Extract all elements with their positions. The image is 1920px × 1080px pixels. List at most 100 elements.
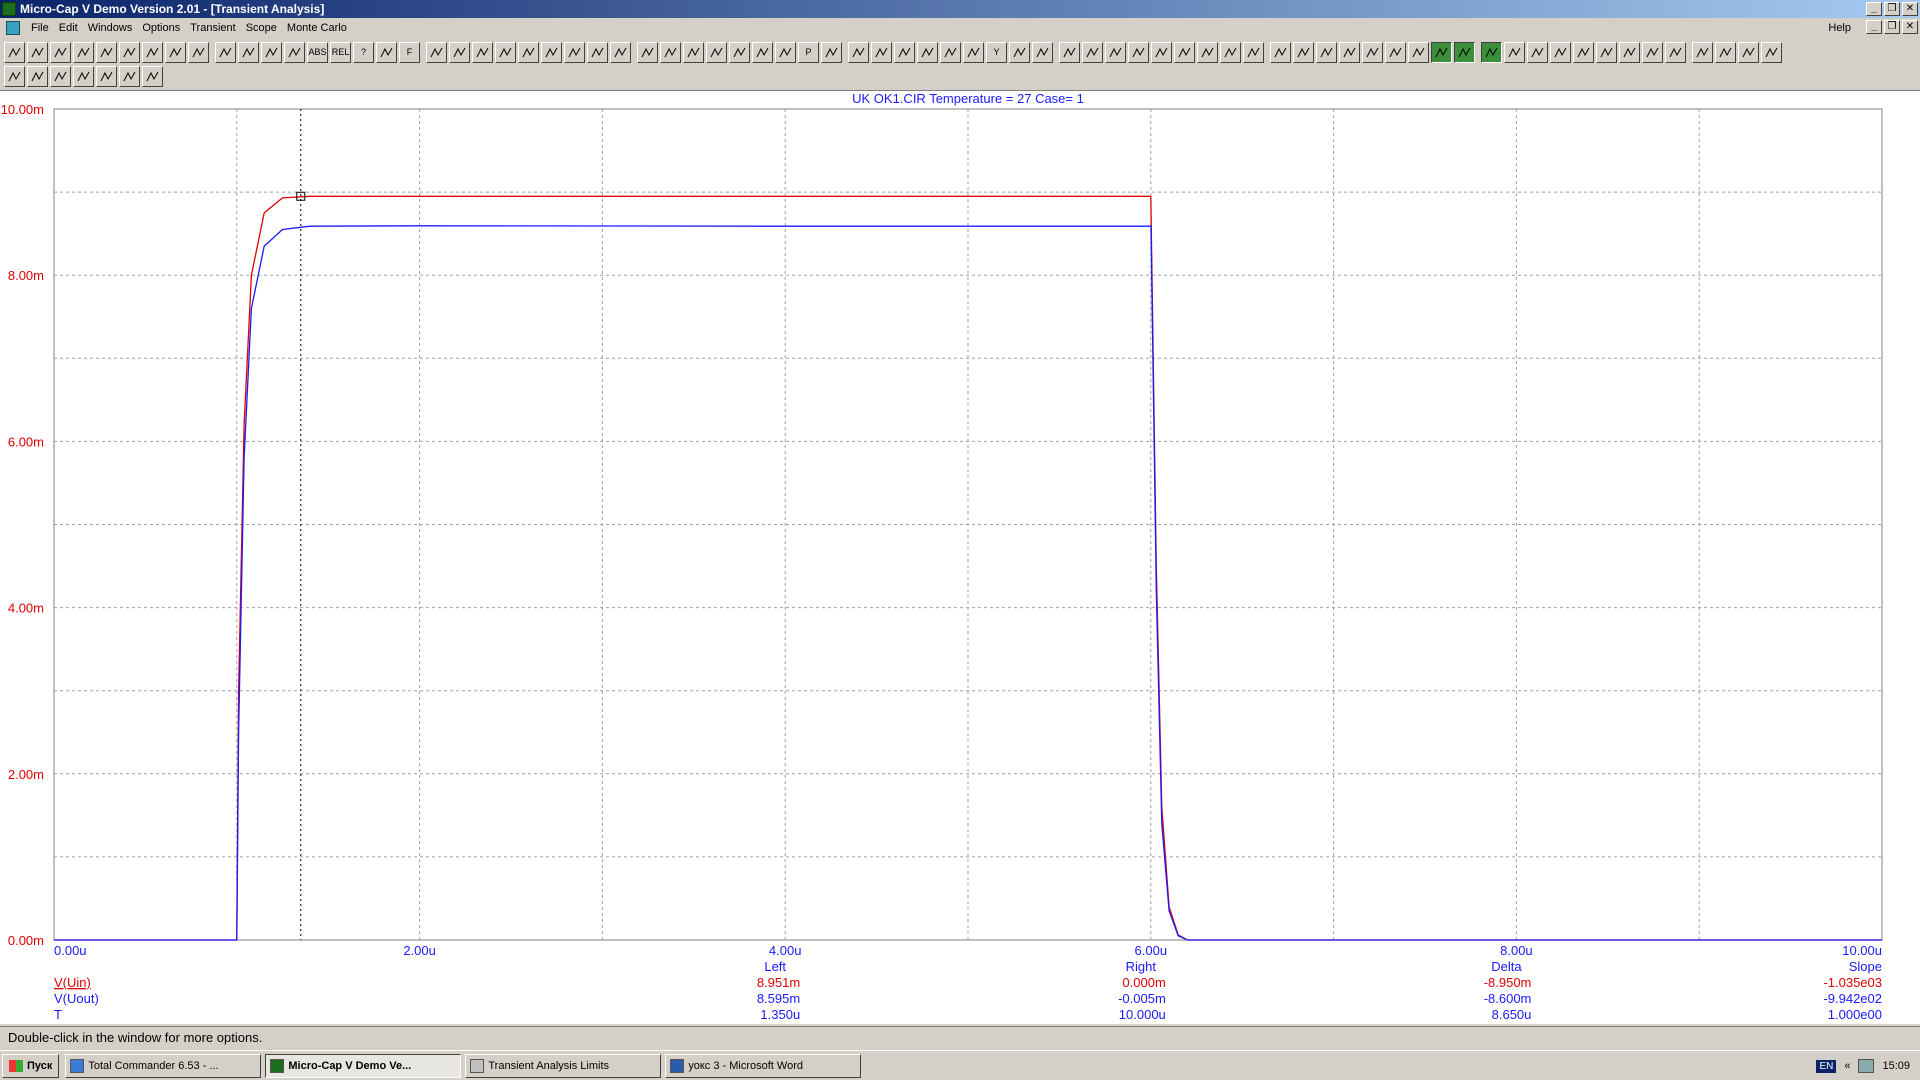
toolbar-button-hist4-icon[interactable]	[1082, 41, 1103, 63]
toolbar-button-cross2-icon[interactable]	[1270, 41, 1291, 63]
network-icon[interactable]	[1858, 1059, 1875, 1073]
transient-plot-window[interactable]: UK OK1.CIR Temperature = 27 Case= 1 0.00m…	[0, 90, 1920, 1024]
toolbar-button-graph2-icon[interactable]	[940, 41, 961, 63]
toolbar-button-rect2-icon[interactable]	[1504, 41, 1525, 63]
toolbar-button-slash-icon[interactable]	[376, 41, 397, 63]
toolbar-button-tb2-6[interactable]	[119, 65, 140, 87]
toolbar-button-f[interactable]: F	[399, 41, 420, 63]
toolbar-button-arc-icon[interactable]	[142, 41, 163, 63]
toolbar-button-slope-icon[interactable]	[1362, 41, 1383, 63]
toolbar-button-box4-icon[interactable]	[1174, 41, 1195, 63]
toolbar-button-component-icon[interactable]	[27, 41, 48, 63]
toolbar-button-rel[interactable]: REL	[330, 41, 351, 63]
toolbar-button-tb2-5[interactable]	[96, 65, 117, 87]
toolbar-button-grid-icon[interactable]	[660, 41, 681, 63]
toolbar-button-peak7-icon[interactable]	[1665, 41, 1686, 63]
toolbar-button-wire-icon[interactable]	[261, 41, 282, 63]
toolbar-button-text-icon[interactable]	[284, 41, 305, 63]
toolbar-button-graph-icon[interactable]	[917, 41, 938, 63]
doc-close-button[interactable]: ✕	[1902, 20, 1918, 34]
toolbar-button-diamond-icon[interactable]	[119, 41, 140, 63]
toolbar-button-green2[interactable]	[1454, 41, 1475, 63]
toolbar-button-zoom-in-icon[interactable]	[821, 41, 842, 63]
toolbar-button-hist3-icon[interactable]	[1059, 41, 1080, 63]
toolbar-button-table-icon[interactable]	[541, 41, 562, 63]
toolbar-button-box5-icon[interactable]	[1316, 41, 1337, 63]
toolbar-button-dotbox-icon[interactable]	[1293, 41, 1314, 63]
toolbar-button-peak-icon[interactable]	[1527, 41, 1548, 63]
toolbar-button-zoom-out-icon[interactable]	[848, 41, 869, 63]
tray-chevron[interactable]: «	[1844, 1060, 1850, 1072]
toolbar-button-tb2-7[interactable]	[142, 65, 163, 87]
restore-button[interactable]: ❐	[1884, 2, 1900, 16]
toolbar-button-abs[interactable]: ABS	[307, 41, 328, 63]
toolbar-button-tb2-3[interactable]	[50, 65, 71, 87]
toolbar-button-box3-icon[interactable]	[1151, 41, 1172, 63]
task-total-commander[interactable]: Total Commander 6.53 - ...	[65, 1053, 262, 1078]
menu-windows[interactable]: Windows	[83, 22, 138, 34]
toolbar-button-split-icon[interactable]	[587, 41, 608, 63]
toolbar-button-peak6-icon[interactable]	[1642, 41, 1663, 63]
task-limits[interactable]: Transient Analysis Limits	[465, 1053, 662, 1078]
toolbar-button-peak5-icon[interactable]	[1619, 41, 1640, 63]
toolbar-button-page-icon[interactable]	[706, 41, 727, 63]
toolbar-button-line-icon[interactable]	[50, 41, 71, 63]
toolbar-button-window2-icon[interactable]	[637, 41, 658, 63]
toolbar-button-peak8-icon[interactable]	[1692, 41, 1713, 63]
toolbar-button-green1[interactable]	[1431, 41, 1452, 63]
toolbar-button-cross-icon[interactable]	[449, 41, 470, 63]
toolbar-button-box6-icon[interactable]	[1339, 41, 1360, 63]
toolbar-button-pie-icon[interactable]	[165, 41, 186, 63]
toolbar-button-move-icon[interactable]	[426, 41, 447, 63]
start-button[interactable]: Пуск	[2, 1053, 60, 1078]
toolbar-button-ellipse-icon[interactable]	[73, 41, 94, 63]
menu-scope[interactable]: Scope	[241, 22, 282, 34]
close-button[interactable]: ✕	[1902, 2, 1918, 16]
toolbar-button-capacitor-icon[interactable]	[238, 41, 259, 63]
toolbar-button-dots-icon[interactable]	[518, 41, 539, 63]
task-word[interactable]: уокс 3 - Microsoft Word	[665, 1053, 862, 1078]
menu-edit[interactable]: Edit	[54, 22, 83, 34]
toolbar-button-peak9-icon[interactable]	[1715, 41, 1736, 63]
menu-monte-carlo[interactable]: Monte Carlo	[282, 22, 352, 34]
toolbar-button-fit-icon[interactable]	[775, 41, 796, 63]
toolbar-button-preview-icon[interactable]	[752, 41, 773, 63]
toolbar-button-arrow-icon[interactable]	[4, 41, 25, 63]
menu-help[interactable]: Help	[1823, 22, 1856, 34]
toolbar-button-line3-icon[interactable]	[1220, 41, 1241, 63]
toolbar-button-peak4-icon[interactable]	[1596, 41, 1617, 63]
toolbar-button-fill-icon[interactable]	[472, 41, 493, 63]
task-microcap[interactable]: Micro-Cap V Demo Ve...	[265, 1053, 462, 1078]
toolbar-button-tb2-1[interactable]	[4, 65, 25, 87]
toolbar-button-hist-icon[interactable]	[1009, 41, 1030, 63]
toolbar-button-table2-icon[interactable]	[963, 41, 984, 63]
toolbar-button-tb2-2[interactable]	[27, 65, 48, 87]
toolbar-button-window-icon[interactable]	[564, 41, 585, 63]
toolbar-button-bar-icon[interactable]	[215, 41, 236, 63]
toolbar-button-wave-icon[interactable]	[871, 41, 892, 63]
toolbar-button-slope2-icon[interactable]	[1738, 41, 1759, 63]
transient-chart[interactable]: UK OK1.CIR Temperature = 27 Case= 1 0.00m…	[0, 91, 1920, 1025]
menu-file[interactable]: File	[26, 22, 54, 34]
toolbar-button-box-icon[interactable]	[1105, 41, 1126, 63]
toolbar-button-hist2-icon[interactable]	[1032, 41, 1053, 63]
language-indicator[interactable]: EN	[1816, 1059, 1837, 1073]
toolbar-button-pattern-icon[interactable]	[495, 41, 516, 63]
toolbar-button-wave2-icon[interactable]	[894, 41, 915, 63]
menu-options[interactable]: Options	[137, 22, 185, 34]
app-icon[interactable]	[2, 2, 16, 16]
toolbar-button-curve-icon[interactable]	[188, 41, 209, 63]
minimize-button[interactable]: _	[1866, 2, 1882, 16]
toolbar-button-peak3-icon[interactable]	[1573, 41, 1594, 63]
toolbar-button-diag-icon[interactable]	[1408, 41, 1429, 63]
toolbar-button-line4-icon[interactable]	[1243, 41, 1264, 63]
toolbar-button-box2-icon[interactable]	[1128, 41, 1149, 63]
toolbar-button-p[interactable]: P	[798, 41, 819, 63]
toolbar-button-tile-icon[interactable]	[610, 41, 631, 63]
toolbar-button-frame-icon[interactable]	[1385, 41, 1406, 63]
doc-restore-button[interactable]: ❐	[1884, 20, 1900, 34]
toolbar-button--[interactable]: ?	[353, 41, 374, 63]
toolbar-button-y[interactable]: Y	[986, 41, 1007, 63]
toolbar-button-tb2-4[interactable]	[73, 65, 94, 87]
toolbar-button-peak2-icon[interactable]	[1550, 41, 1571, 63]
